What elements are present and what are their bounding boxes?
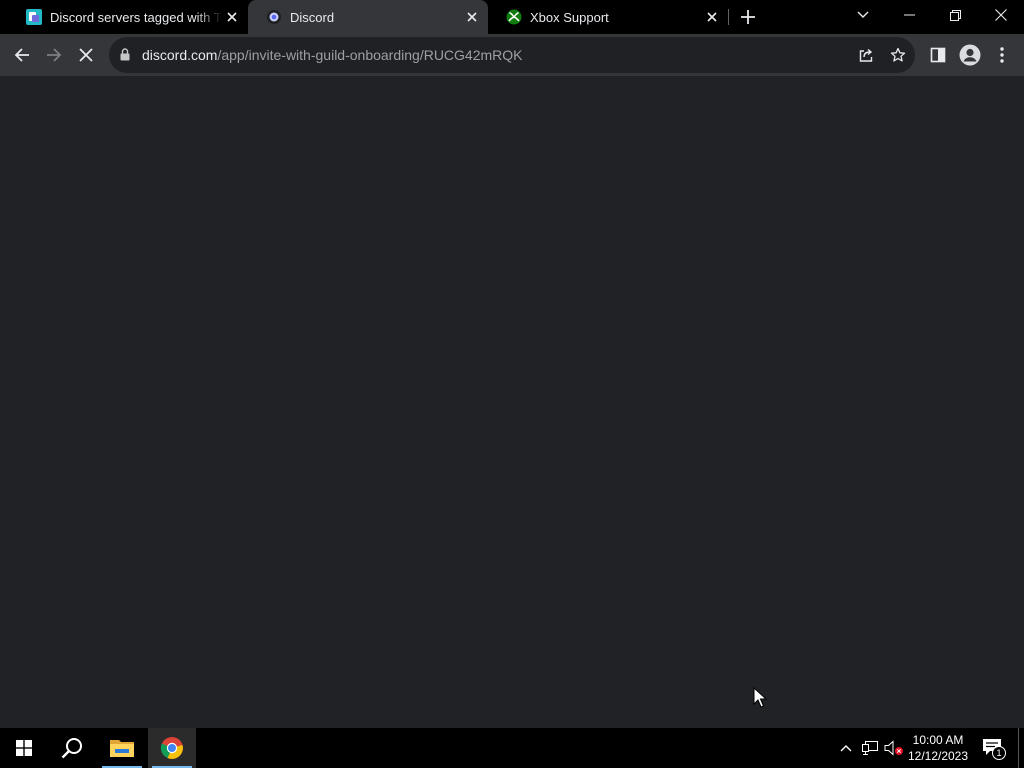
search-button[interactable] [48, 728, 96, 768]
share-button[interactable] [856, 45, 876, 65]
tab-search-button[interactable] [840, 0, 886, 30]
side-panel-button[interactable] [924, 41, 952, 69]
arrow-left-icon [14, 48, 29, 62]
chrome-icon [160, 737, 183, 759]
close-tab-icon[interactable] [224, 9, 240, 25]
search-icon [61, 738, 82, 759]
discord-favicon [267, 10, 281, 24]
browser-tab-strip: Discord servers tagged with Test Discord… [0, 0, 1024, 34]
close-tab-icon[interactable] [464, 9, 480, 25]
address-bar[interactable]: discord.com/app/invite-with-guild-onboar… [109, 37, 915, 73]
profile-avatar-icon [959, 44, 981, 66]
plus-icon [741, 10, 755, 24]
network-button[interactable] [860, 738, 880, 758]
volume-muted-icon [884, 740, 903, 756]
url-domain: discord.com [142, 47, 218, 63]
browser-toolbar: discord.com/app/invite-with-guild-onboar… [0, 34, 1024, 76]
mouse-cursor-icon [753, 687, 767, 708]
start-button[interactable] [0, 728, 48, 768]
tab-title: Discord [290, 9, 335, 25]
file-explorer-button[interactable] [98, 728, 146, 768]
close-window-button[interactable] [978, 0, 1024, 30]
desktop-screen: Discord servers tagged with Test Discord… [0, 0, 1024, 768]
bookmark-button[interactable] [888, 45, 908, 65]
chevron-up-icon [840, 745, 852, 752]
kebab-menu-icon [1000, 47, 1004, 63]
chrome-menu-button[interactable] [988, 41, 1016, 69]
chrome-taskbar-button[interactable] [148, 728, 196, 768]
action-center-button[interactable]: 1 [978, 736, 1008, 760]
clock-time: 10:00 AM [912, 733, 964, 747]
start-icon [16, 740, 32, 756]
profile-button[interactable] [956, 41, 984, 69]
tab-title: Xbox Support [530, 9, 609, 25]
show-desktop-button[interactable] [1018, 728, 1019, 768]
new-tab-button[interactable] [736, 5, 760, 29]
restore-button[interactable] [932, 0, 978, 30]
chevron-down-icon [857, 11, 869, 18]
stop-icon [79, 48, 93, 62]
minimize-button[interactable] [886, 0, 932, 30]
url-path: /app/invite-with-guild-onboarding/RUCG42… [217, 47, 523, 63]
restore-icon [949, 9, 961, 21]
tab-title: Discord servers tagged with Test [50, 9, 222, 25]
windows-taskbar: 10:00 AM 12/12/2023 1 [0, 728, 1024, 768]
volume-button[interactable] [884, 738, 904, 758]
tab-separator [728, 9, 729, 25]
url-text: discord.com/app/invite-with-guild-onboar… [142, 47, 523, 63]
close-tab-icon[interactable] [704, 9, 720, 25]
minimize-icon [903, 14, 915, 16]
tab-discord[interactable]: Discord [248, 0, 488, 34]
show-hidden-icons-button[interactable] [836, 738, 856, 758]
clock-date: 12/12/2023 [907, 749, 969, 763]
stop-loading-button[interactable] [72, 41, 100, 69]
tab-disboard[interactable]: Discord servers tagged with Test [8, 0, 248, 34]
star-icon [890, 47, 906, 62]
back-button[interactable] [8, 41, 36, 69]
xbox-favicon [506, 9, 522, 25]
tab-xbox-support[interactable]: Xbox Support [488, 0, 728, 34]
system-clock[interactable]: 10:00 AM 12/12/2023 [906, 732, 970, 764]
disboard-favicon [26, 9, 42, 25]
close-icon [995, 9, 1007, 21]
forward-button[interactable] [40, 41, 68, 69]
share-icon [859, 48, 873, 62]
network-icon [862, 741, 878, 755]
side-panel-icon [930, 47, 946, 63]
file-explorer-icon [110, 740, 134, 757]
page-content [0, 76, 1024, 728]
arrow-right-icon [47, 48, 62, 62]
notification-count-badge: 1 [992, 746, 1006, 760]
lock-icon[interactable] [120, 48, 130, 61]
